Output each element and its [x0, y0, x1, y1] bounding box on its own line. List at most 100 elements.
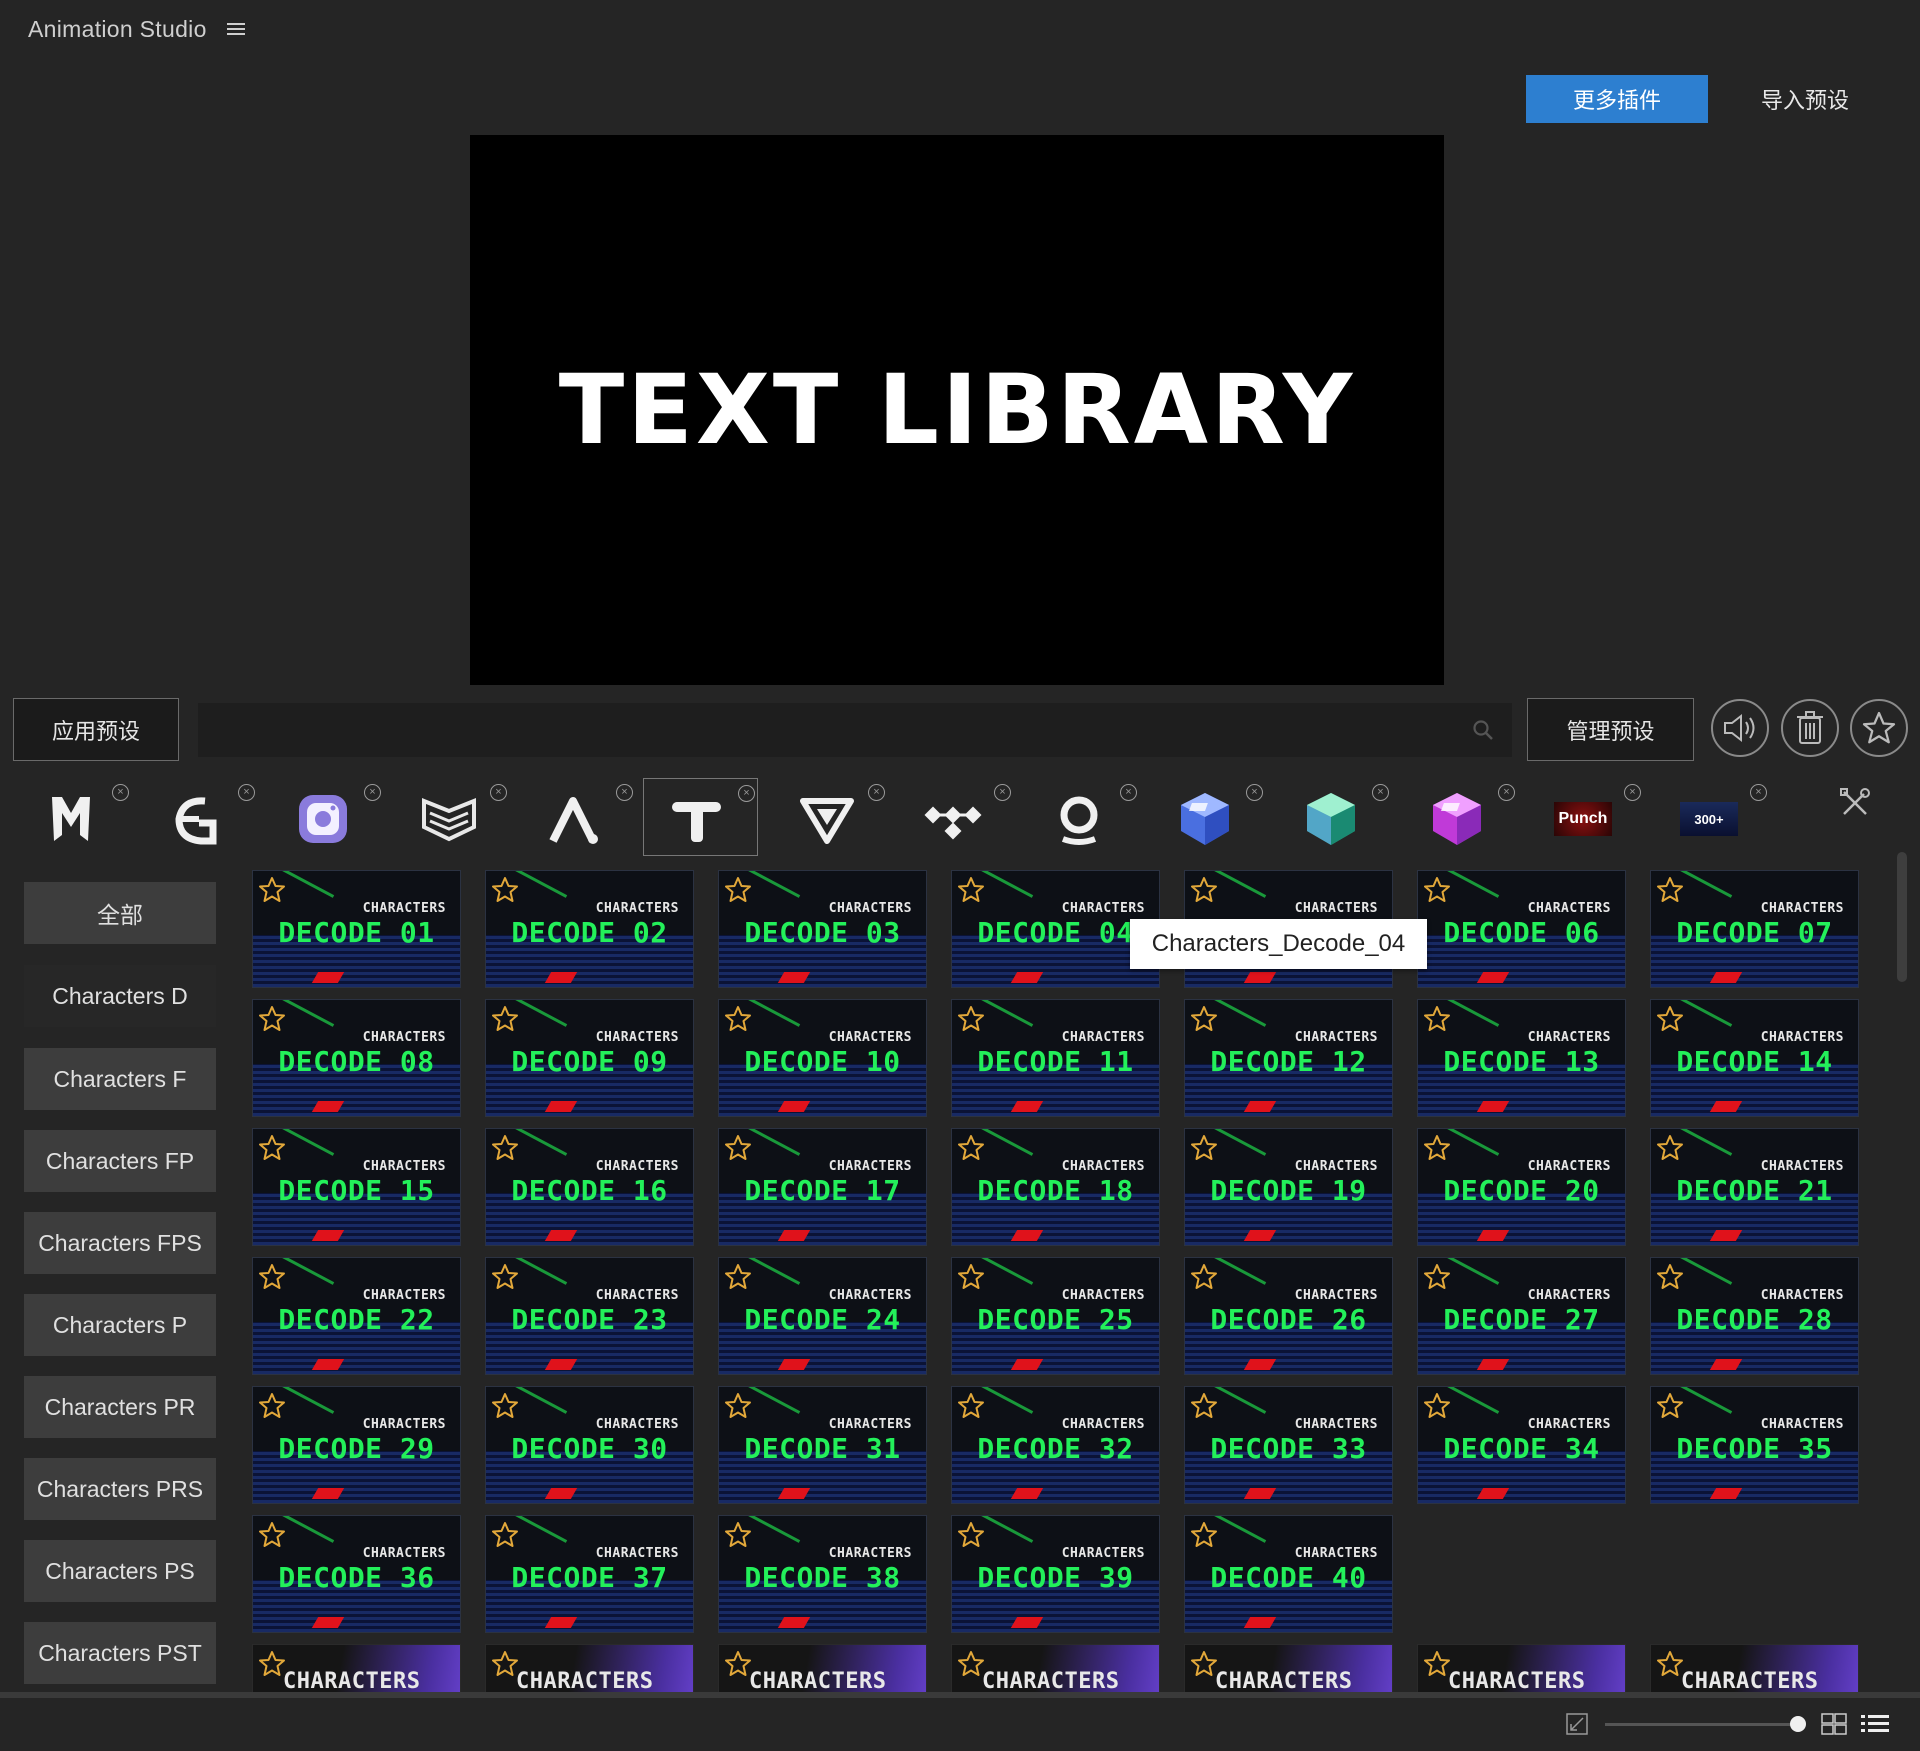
sidebar-item-characters-p[interactable]: Characters P [24, 1294, 216, 1356]
favorite-star-icon[interactable] [1655, 1004, 1685, 1034]
preset-card[interactable]: CHARACTERS DECODE 18 [951, 1128, 1160, 1246]
preset-card[interactable]: CHARACTERS DECODE 12 [1184, 999, 1393, 1117]
favorite-star-icon[interactable] [1189, 1649, 1219, 1679]
preset-card[interactable]: CHARACTERS DECODE 23 [485, 1257, 694, 1375]
plugin-dots[interactable]: × [900, 778, 1015, 856]
favorite-star-icon[interactable] [956, 875, 986, 905]
sidebar-item-characters-pst[interactable]: Characters PST [24, 1622, 216, 1684]
plugin-punch[interactable]: Punch × [1530, 778, 1645, 856]
close-icon[interactable]: × [112, 784, 129, 801]
favorite-star-icon[interactable] [1655, 1262, 1685, 1292]
preset-card[interactable]: CHARACTERS DECODE 39 [951, 1515, 1160, 1633]
grid-scrollbar[interactable] [1895, 852, 1909, 1692]
preset-card[interactable]: CHARACTERS DECODE 31 [718, 1386, 927, 1504]
close-icon[interactable]: × [994, 784, 1011, 801]
favorite-star-icon[interactable] [1189, 875, 1219, 905]
close-icon[interactable]: × [616, 784, 633, 801]
favorite-star-icon[interactable] [257, 1133, 287, 1163]
preset-card[interactable]: CHARACTERS [951, 1644, 1160, 1692]
preset-card[interactable]: CHARACTERS [252, 1644, 461, 1692]
plugin-v[interactable]: × [774, 778, 889, 856]
search-input[interactable] [198, 703, 1458, 757]
thumbnail-size-slider[interactable] [1605, 1723, 1800, 1726]
manage-preset-button[interactable]: 管理预设 [1527, 698, 1694, 761]
preset-card[interactable]: CHARACTERS DECODE 38 [718, 1515, 927, 1633]
favorite-star-icon[interactable] [1189, 1391, 1219, 1421]
preset-card[interactable]: CHARACTERS DECODE 15 [252, 1128, 461, 1246]
preset-card[interactable]: CHARACTERS DECODE 13 [1417, 999, 1626, 1117]
plugin-cube-pink[interactable]: × [1404, 778, 1519, 856]
preset-card[interactable]: CHARACTERS DECODE 08 [252, 999, 461, 1117]
sidebar-item-characters-fp[interactable]: Characters FP [24, 1130, 216, 1192]
close-icon[interactable]: × [1120, 784, 1137, 801]
favorite-star-icon[interactable] [490, 1391, 520, 1421]
apply-preset-button[interactable]: 应用预设 [13, 698, 179, 761]
preset-card[interactable]: CHARACTERS [485, 1644, 694, 1692]
favorite-star-icon[interactable] [723, 1133, 753, 1163]
favorite-star-icon[interactable] [1189, 1520, 1219, 1550]
preset-card[interactable]: CHARACTERS DECODE 34 [1417, 1386, 1626, 1504]
favorite-star-icon[interactable] [257, 875, 287, 905]
favorite-star-icon[interactable] [723, 1262, 753, 1292]
favorite-star-icon[interactable] [257, 1391, 287, 1421]
favorite-star-icon[interactable] [1422, 1649, 1452, 1679]
favorite-star-icon[interactable] [1655, 1133, 1685, 1163]
favorite-star-icon[interactable] [723, 1004, 753, 1034]
preset-card[interactable]: CHARACTERS [1650, 1644, 1859, 1692]
preset-card[interactable]: CHARACTERS DECODE 03 [718, 870, 927, 988]
search-icon[interactable] [1471, 718, 1495, 742]
favorite-star-icon[interactable] [956, 1520, 986, 1550]
plugin-o[interactable]: × [1026, 778, 1141, 856]
favorite-star-icon[interactable] [1655, 1391, 1685, 1421]
preset-card[interactable]: CHARACTERS [718, 1644, 927, 1692]
plugin-a[interactable]: × [522, 778, 637, 856]
favorite-star-icon[interactable] [723, 1391, 753, 1421]
sidebar-item-all[interactable]: 全部 [24, 882, 216, 944]
plugin-layers[interactable]: × [396, 778, 511, 856]
close-icon[interactable]: × [1246, 784, 1263, 801]
preset-card[interactable]: CHARACTERS DECODE 20 [1417, 1128, 1626, 1246]
favorite-star-icon[interactable] [1655, 1649, 1685, 1679]
favorite-star-icon[interactable] [490, 1520, 520, 1550]
favorite-button[interactable] [1850, 699, 1908, 757]
close-icon[interactable]: × [868, 784, 885, 801]
favorite-star-icon[interactable] [1189, 1133, 1219, 1163]
list-view-icon[interactable] [1860, 1712, 1890, 1736]
favorite-star-icon[interactable] [1189, 1262, 1219, 1292]
favorite-star-icon[interactable] [1422, 1262, 1452, 1292]
favorite-star-icon[interactable] [257, 1262, 287, 1292]
favorite-star-icon[interactable] [1422, 1133, 1452, 1163]
favorite-star-icon[interactable] [257, 1520, 287, 1550]
fit-icon[interactable] [1565, 1712, 1589, 1736]
preset-card[interactable]: CHARACTERS DECODE 16 [485, 1128, 694, 1246]
plugin-camera[interactable]: × [270, 778, 385, 856]
preset-card[interactable]: CHARACTERS DECODE 24 [718, 1257, 927, 1375]
sound-button[interactable] [1711, 699, 1769, 757]
favorite-star-icon[interactable] [956, 1262, 986, 1292]
preset-card[interactable]: CHARACTERS DECODE 22 [252, 1257, 461, 1375]
favorite-star-icon[interactable] [956, 1004, 986, 1034]
favorite-star-icon[interactable] [490, 875, 520, 905]
favorite-star-icon[interactable] [723, 1649, 753, 1679]
sidebar-item-characters-d[interactable]: Characters D [24, 965, 216, 1027]
slider-thumb[interactable] [1790, 1716, 1806, 1732]
preset-card[interactable]: CHARACTERS DECODE 26 [1184, 1257, 1393, 1375]
close-icon[interactable]: × [1372, 784, 1389, 801]
favorite-star-icon[interactable] [257, 1004, 287, 1034]
preset-card[interactable]: CHARACTERS DECODE 27 [1417, 1257, 1626, 1375]
favorite-star-icon[interactable] [490, 1133, 520, 1163]
favorite-star-icon[interactable] [1422, 1391, 1452, 1421]
delete-button[interactable] [1781, 699, 1839, 757]
plugin-cube-green[interactable]: × [1278, 778, 1393, 856]
plugin-300[interactable]: 300+ × [1656, 778, 1771, 856]
favorite-star-icon[interactable] [1189, 1004, 1219, 1034]
close-icon[interactable]: × [1624, 784, 1641, 801]
sidebar-item-characters-pr[interactable]: Characters PR [24, 1376, 216, 1438]
more-plugins-button[interactable]: 更多插件 [1526, 75, 1708, 123]
scroll-thumb[interactable] [1897, 852, 1907, 982]
preset-card[interactable]: CHARACTERS DECODE 29 [252, 1386, 461, 1504]
favorite-star-icon[interactable] [1655, 875, 1685, 905]
favorite-star-icon[interactable] [1422, 875, 1452, 905]
preset-card[interactable]: CHARACTERS DECODE 10 [718, 999, 927, 1117]
preset-card[interactable]: CHARACTERS DECODE 37 [485, 1515, 694, 1633]
